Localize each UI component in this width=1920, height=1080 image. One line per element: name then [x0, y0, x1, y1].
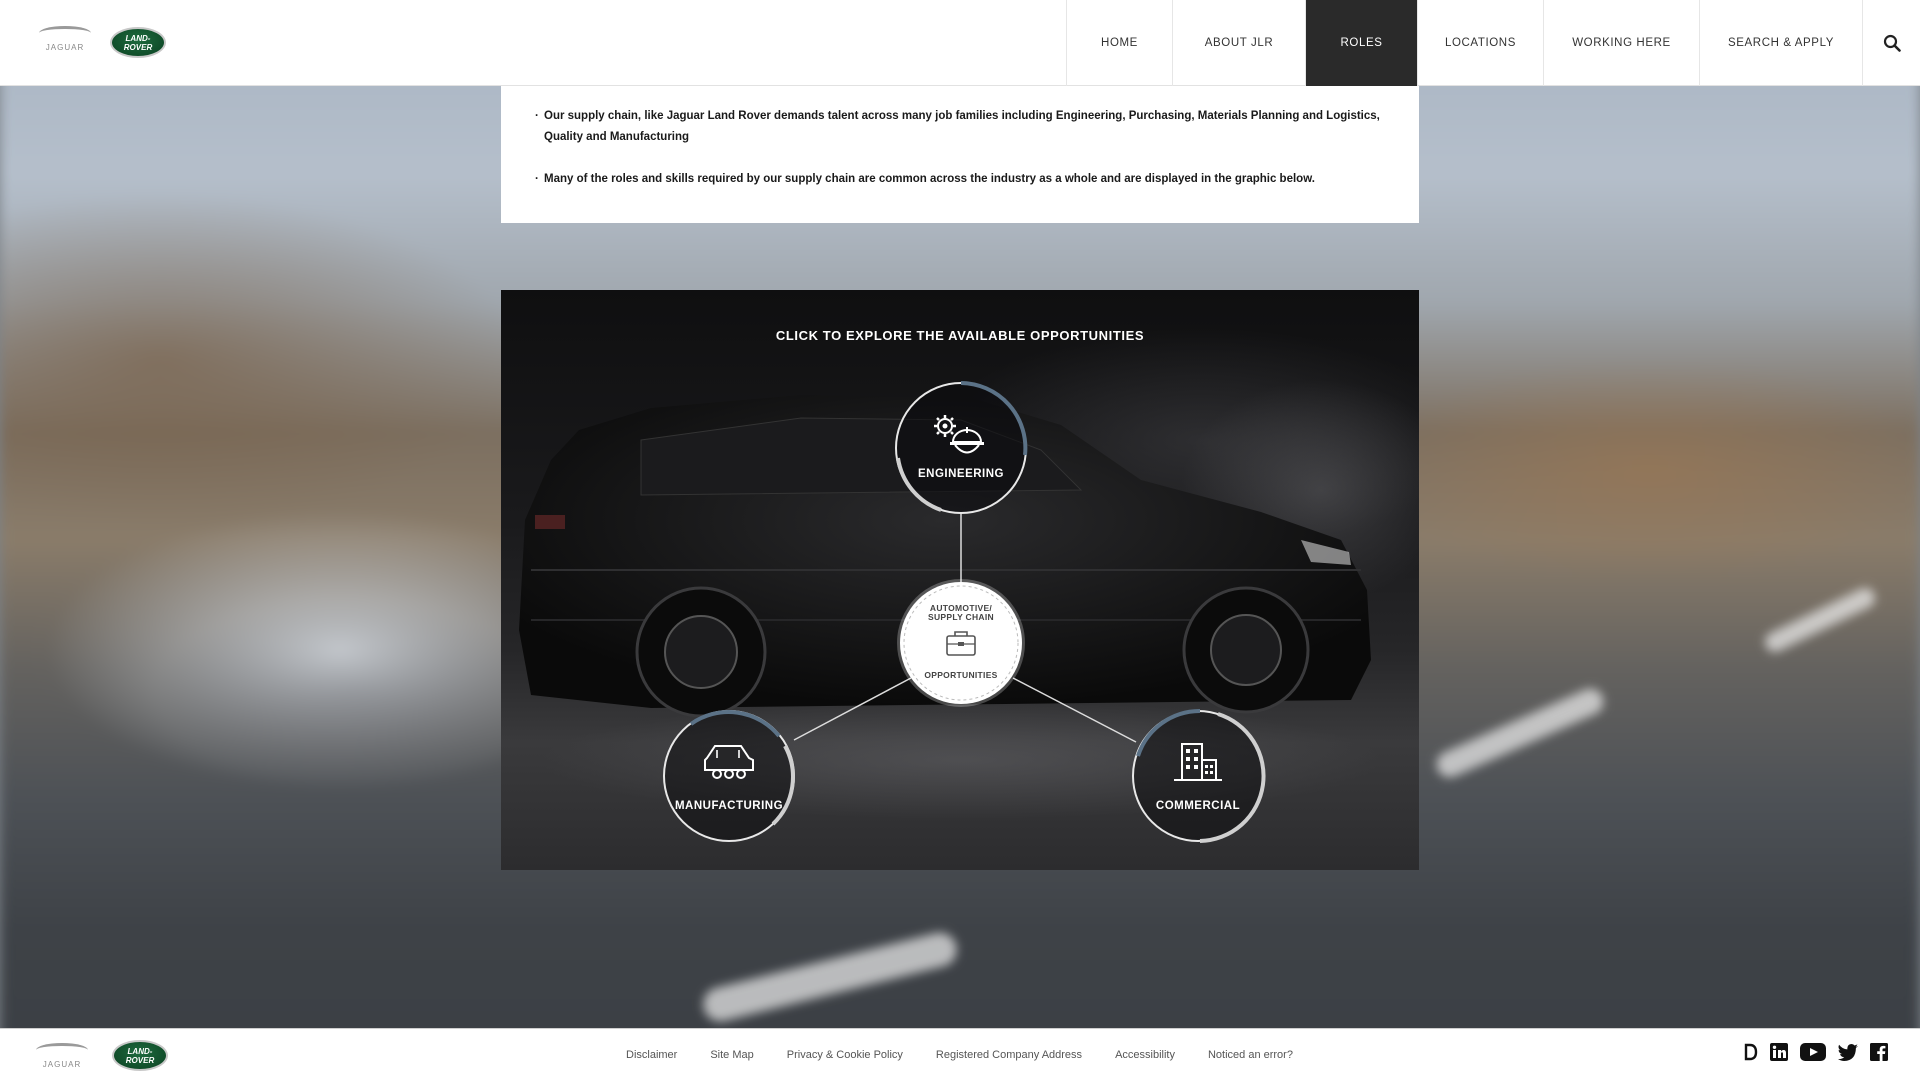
- jaguar-wordmark: JAGUAR: [42, 1060, 82, 1069]
- commercial-node[interactable]: COMMERCIAL: [1130, 708, 1266, 844]
- site-footer: JAGUAR LAND- ROVER Disclaimer Site Map Pr…: [0, 1028, 1920, 1080]
- nav-about-jlr[interactable]: ABOUT JLR: [1172, 0, 1305, 86]
- youtube-icon[interactable]: [1800, 1043, 1826, 1061]
- nav-locations[interactable]: LOCATIONS: [1417, 0, 1543, 86]
- engineering-node[interactable]: ENGINEERING: [893, 380, 1029, 516]
- twitter-icon[interactable]: [1838, 1043, 1858, 1061]
- footer-link-accessibility[interactable]: Accessibility: [1115, 1049, 1175, 1061]
- main-nav: HOME ABOUT JLR ROLES LOCATIONS WORKING H…: [1066, 0, 1920, 86]
- footer-link-site-map[interactable]: Site Map: [710, 1049, 753, 1061]
- jaguar-leaper-icon: [36, 1043, 88, 1057]
- supply-chain-center-node[interactable]: AUTOMOTIVE/SUPPLY CHAIN OPPORTUNITIES: [900, 582, 1022, 704]
- land-rover-logo[interactable]: LAND- ROVER: [112, 1040, 168, 1071]
- nav-home[interactable]: HOME: [1066, 0, 1172, 86]
- node-label: ENGINEERING: [917, 468, 1004, 480]
- land-rover-logo[interactable]: LAND- ROVER: [110, 27, 166, 58]
- search-button[interactable]: [1862, 0, 1920, 86]
- nav-working-here[interactable]: WORKING HERE: [1543, 0, 1699, 86]
- center-label: OPPORTUNITIES: [924, 670, 998, 680]
- intro-panel: Our supply chain, like Jaguar Land Rover…: [501, 86, 1419, 223]
- footer-link-privacy[interactable]: Privacy & Cookie Policy: [787, 1049, 903, 1061]
- jaguar-leaper-icon: [39, 26, 91, 40]
- linkedin-icon[interactable]: [1770, 1043, 1788, 1061]
- briefcase-icon: [946, 631, 976, 656]
- footer-link-report-error[interactable]: Noticed an error?: [1208, 1049, 1293, 1061]
- nav-search-apply[interactable]: SEARCH & APPLY: [1699, 0, 1862, 86]
- graphic-title: CLICK TO EXPLORE THE AVAILABLE OPPORTUNI…: [775, 328, 1145, 343]
- social-links: [1732, 1043, 1888, 1061]
- search-icon: [1883, 34, 1901, 52]
- intro-bullet: Our supply chain, like Jaguar Land Rover…: [535, 106, 1383, 148]
- facebook-icon[interactable]: [1870, 1043, 1888, 1061]
- footer-links: Disclaimer Site Map Privacy & Cookie Pol…: [626, 1029, 1326, 1080]
- gear-hardhat-icon: [934, 415, 984, 454]
- intro-bullet: Many of the roles and skills required by…: [535, 169, 1383, 190]
- nav-roles[interactable]: ROLES: [1305, 0, 1417, 86]
- d-icon[interactable]: [1744, 1043, 1758, 1061]
- jaguar-logo[interactable]: JAGUAR: [36, 26, 94, 58]
- opportunities-graphic: CLICK TO EXPLORE THE AVAILABLE OPPORTUNI…: [501, 290, 1419, 870]
- manufacturing-node[interactable]: MANUFACTURING: [661, 708, 797, 844]
- node-connectors: [793, 512, 1137, 743]
- footer-link-disclaimer[interactable]: Disclaimer: [626, 1049, 677, 1061]
- site-header: JAGUAR LAND- ROVER HOME ABOUT JLR ROLES L…: [0, 0, 1920, 86]
- car-icon: [704, 745, 754, 779]
- node-label: COMMERCIAL: [1155, 800, 1241, 812]
- buildings-icon: [1174, 743, 1222, 781]
- jaguar-wordmark: JAGUAR: [45, 43, 85, 52]
- footer-link-company-address[interactable]: Registered Company Address: [936, 1049, 1082, 1061]
- jaguar-logo[interactable]: JAGUAR: [33, 1043, 91, 1075]
- node-label: MANUFACTURING: [674, 800, 784, 812]
